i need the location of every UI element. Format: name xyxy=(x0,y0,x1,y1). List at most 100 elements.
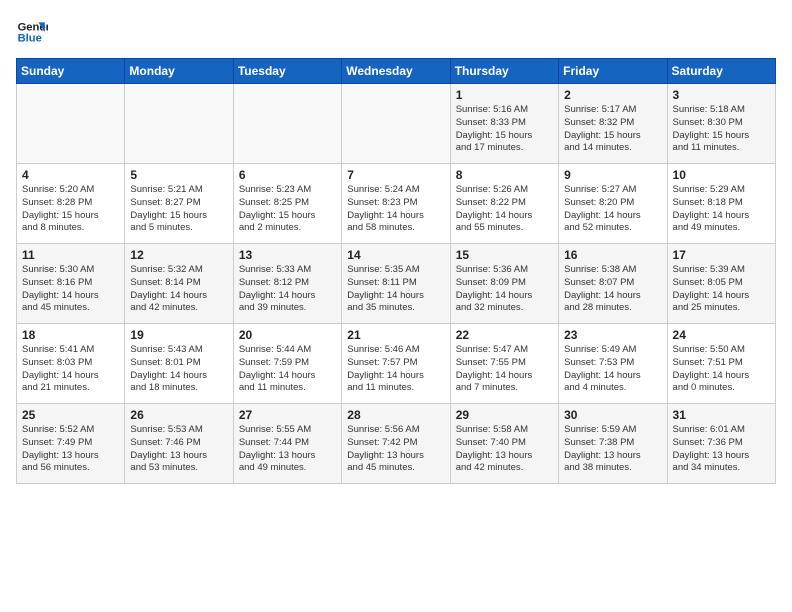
day-info: Sunrise: 5:18 AM Sunset: 8:30 PM Dayligh… xyxy=(673,104,770,155)
calendar-cell: 11Sunrise: 5:30 AM Sunset: 8:16 PM Dayli… xyxy=(17,244,125,324)
day-info: Sunrise: 5:46 AM Sunset: 7:57 PM Dayligh… xyxy=(347,344,444,395)
day-info: Sunrise: 5:33 AM Sunset: 8:12 PM Dayligh… xyxy=(239,264,336,315)
header-tuesday: Tuesday xyxy=(233,59,341,84)
header-sunday: Sunday xyxy=(17,59,125,84)
day-info: Sunrise: 5:36 AM Sunset: 8:09 PM Dayligh… xyxy=(456,264,553,315)
day-number: 11 xyxy=(22,248,119,262)
day-number: 4 xyxy=(22,168,119,182)
day-info: Sunrise: 5:26 AM Sunset: 8:22 PM Dayligh… xyxy=(456,184,553,235)
day-number: 13 xyxy=(239,248,336,262)
day-number: 8 xyxy=(456,168,553,182)
calendar-cell: 13 Sunrise: 5:33 AM Sunset: 8:12 PM Dayli… xyxy=(233,244,341,324)
day-info: Sunrise: 5:56 AM Sunset: 7:42 PM Dayligh… xyxy=(347,424,444,475)
day-number: 17 xyxy=(673,248,770,262)
day-number: 10 xyxy=(673,168,770,182)
day-info: Sunrise: 5:49 AM Sunset: 7:53 PM Dayligh… xyxy=(564,344,661,395)
day-info: Sunrise: 5:55 AM Sunset: 7:44 PM Dayligh… xyxy=(239,424,336,475)
day-info: Sunrise: 5:50 AM Sunset: 7:51 PM Dayligh… xyxy=(673,344,770,395)
calendar-cell: 10 Sunrise: 5:29 AM Sunset: 8:18 PM Dayli… xyxy=(667,164,775,244)
day-info: Sunrise: 5:32 AM Sunset: 8:14 PM Dayligh… xyxy=(130,264,227,315)
header-saturday: Saturday xyxy=(667,59,775,84)
calendar-cell: 16Sunrise: 5:38 AM Sunset: 8:07 PM Dayli… xyxy=(559,244,667,324)
day-info: Sunrise: 5:47 AM Sunset: 7:55 PM Dayligh… xyxy=(456,344,553,395)
day-info: Sunrise: 5:38 AM Sunset: 8:07 PM Dayligh… xyxy=(564,264,661,315)
calendar-week-4: 18 Sunrise: 5:41 AM Sunset: 8:03 PM Dayli… xyxy=(17,324,776,404)
day-info: Sunrise: 5:35 AM Sunset: 8:11 PM Dayligh… xyxy=(347,264,444,315)
day-number: 9 xyxy=(564,168,661,182)
day-number: 6 xyxy=(239,168,336,182)
day-info: Sunrise: 5:39 AM Sunset: 8:05 PM Dayligh… xyxy=(673,264,770,315)
day-info: Sunrise: 5:27 AM Sunset: 8:20 PM Dayligh… xyxy=(564,184,661,235)
calendar-cell: 26 Sunrise: 5:53 AM Sunset: 7:46 PM Dayli… xyxy=(125,404,233,484)
day-info: Sunrise: 5:52 AM Sunset: 7:49 PM Dayligh… xyxy=(22,424,119,475)
calendar-cell: 29Sunrise: 5:58 AM Sunset: 7:40 PM Dayli… xyxy=(450,404,558,484)
day-number: 2 xyxy=(564,88,661,102)
day-number: 30 xyxy=(564,408,661,422)
calendar-table: SundayMondayTuesdayWednesdayThursdayFrid… xyxy=(16,58,776,484)
day-info: Sunrise: 5:59 AM Sunset: 7:38 PM Dayligh… xyxy=(564,424,661,475)
day-number: 1 xyxy=(456,88,553,102)
day-number: 24 xyxy=(673,328,770,342)
calendar-cell xyxy=(17,84,125,164)
calendar-cell: 23 Sunrise: 5:49 AM Sunset: 7:53 PM Dayli… xyxy=(559,324,667,404)
calendar-cell: 9 Sunrise: 5:27 AM Sunset: 8:20 PM Daylig… xyxy=(559,164,667,244)
day-info: Sunrise: 5:23 AM Sunset: 8:25 PM Dayligh… xyxy=(239,184,336,235)
calendar-cell: 15 Sunrise: 5:36 AM Sunset: 8:09 PM Dayli… xyxy=(450,244,558,324)
day-number: 23 xyxy=(564,328,661,342)
calendar-cell: 20Sunrise: 5:44 AM Sunset: 7:59 PM Dayli… xyxy=(233,324,341,404)
day-number: 26 xyxy=(130,408,227,422)
day-number: 20 xyxy=(239,328,336,342)
header-monday: Monday xyxy=(125,59,233,84)
calendar-cell: 22 Sunrise: 5:47 AM Sunset: 7:55 PM Dayli… xyxy=(450,324,558,404)
day-number: 18 xyxy=(22,328,119,342)
calendar-cell: 7 Sunrise: 5:24 AM Sunset: 8:23 PM Daylig… xyxy=(342,164,450,244)
header-thursday: Thursday xyxy=(450,59,558,84)
calendar-cell: 5Sunrise: 5:21 AM Sunset: 8:27 PM Daylig… xyxy=(125,164,233,244)
calendar-cell: 19Sunrise: 5:43 AM Sunset: 8:01 PM Dayli… xyxy=(125,324,233,404)
logo-icon: General Blue xyxy=(16,16,48,48)
day-number: 7 xyxy=(347,168,444,182)
calendar-cell xyxy=(342,84,450,164)
header-friday: Friday xyxy=(559,59,667,84)
calendar-week-5: 25 Sunrise: 5:52 AM Sunset: 7:49 PM Dayli… xyxy=(17,404,776,484)
calendar-cell: 17 Sunrise: 5:39 AM Sunset: 8:05 PM Dayli… xyxy=(667,244,775,324)
day-number: 14 xyxy=(347,248,444,262)
calendar-week-1: 1 Sunrise: 5:16 AM Sunset: 8:33 PM Daylig… xyxy=(17,84,776,164)
day-info: Sunrise: 5:41 AM Sunset: 8:03 PM Dayligh… xyxy=(22,344,119,395)
day-info: Sunrise: 5:16 AM Sunset: 8:33 PM Dayligh… xyxy=(456,104,553,155)
logo: General Blue xyxy=(16,16,52,48)
calendar-cell xyxy=(125,84,233,164)
day-number: 3 xyxy=(673,88,770,102)
day-number: 12 xyxy=(130,248,227,262)
calendar-week-3: 11Sunrise: 5:30 AM Sunset: 8:16 PM Dayli… xyxy=(17,244,776,324)
calendar-cell: 8 Sunrise: 5:26 AM Sunset: 8:22 PM Daylig… xyxy=(450,164,558,244)
header: General Blue xyxy=(16,16,776,48)
day-number: 22 xyxy=(456,328,553,342)
calendar-cell: 21 Sunrise: 5:46 AM Sunset: 7:57 PM Dayli… xyxy=(342,324,450,404)
header-wednesday: Wednesday xyxy=(342,59,450,84)
calendar-cell xyxy=(233,84,341,164)
calendar-cell: 1 Sunrise: 5:16 AM Sunset: 8:33 PM Daylig… xyxy=(450,84,558,164)
day-info: Sunrise: 5:58 AM Sunset: 7:40 PM Dayligh… xyxy=(456,424,553,475)
calendar-cell: 2 Sunrise: 5:17 AM Sunset: 8:32 PM Daylig… xyxy=(559,84,667,164)
day-info: Sunrise: 5:17 AM Sunset: 8:32 PM Dayligh… xyxy=(564,104,661,155)
calendar-header-row: SundayMondayTuesdayWednesdayThursdayFrid… xyxy=(17,59,776,84)
calendar-cell: 28 Sunrise: 5:56 AM Sunset: 7:42 PM Dayli… xyxy=(342,404,450,484)
day-number: 28 xyxy=(347,408,444,422)
day-info: Sunrise: 5:53 AM Sunset: 7:46 PM Dayligh… xyxy=(130,424,227,475)
calendar-cell: 3 Sunrise: 5:18 AM Sunset: 8:30 PM Daylig… xyxy=(667,84,775,164)
day-number: 5 xyxy=(130,168,227,182)
calendar-cell: 24 Sunrise: 5:50 AM Sunset: 7:51 PM Dayli… xyxy=(667,324,775,404)
day-number: 25 xyxy=(22,408,119,422)
day-info: Sunrise: 6:01 AM Sunset: 7:36 PM Dayligh… xyxy=(673,424,770,475)
day-number: 15 xyxy=(456,248,553,262)
calendar-cell: 25 Sunrise: 5:52 AM Sunset: 7:49 PM Dayli… xyxy=(17,404,125,484)
svg-text:Blue: Blue xyxy=(18,33,42,45)
calendar-cell: 14 Sunrise: 5:35 AM Sunset: 8:11 PM Dayli… xyxy=(342,244,450,324)
day-number: 21 xyxy=(347,328,444,342)
day-info: Sunrise: 5:29 AM Sunset: 8:18 PM Dayligh… xyxy=(673,184,770,235)
calendar-cell: 31Sunrise: 6:01 AM Sunset: 7:36 PM Dayli… xyxy=(667,404,775,484)
calendar-cell: 27Sunrise: 5:55 AM Sunset: 7:44 PM Dayli… xyxy=(233,404,341,484)
day-info: Sunrise: 5:24 AM Sunset: 8:23 PM Dayligh… xyxy=(347,184,444,235)
calendar-cell: 4Sunrise: 5:20 AM Sunset: 8:28 PM Daylig… xyxy=(17,164,125,244)
